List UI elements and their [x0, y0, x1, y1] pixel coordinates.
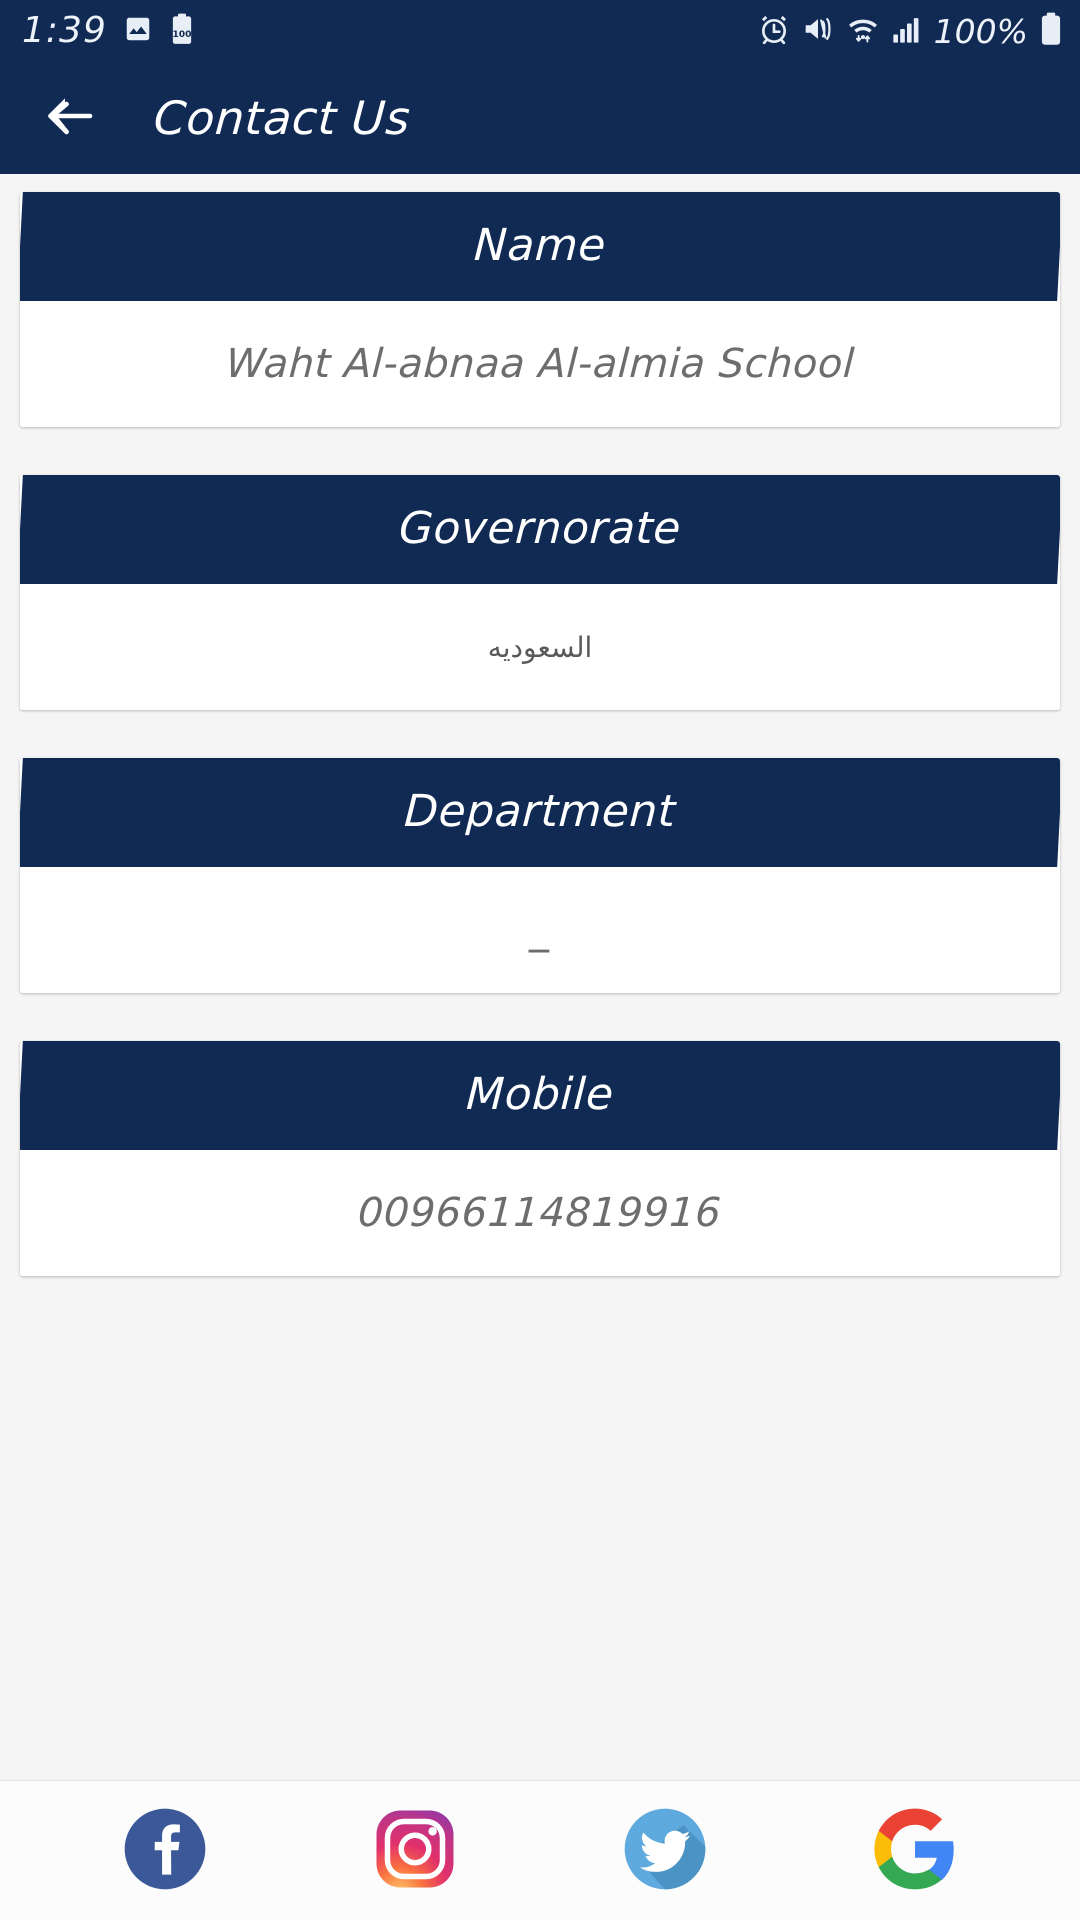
status-bar: 1:39 100 100%	[0, 0, 1080, 62]
status-bar-left: 1:39 100	[22, 13, 195, 49]
card-body-department: _	[20, 867, 1060, 993]
card-body-governorate: السعوديه	[20, 584, 1060, 710]
status-clock: 1:39	[22, 10, 107, 51]
back-button[interactable]	[44, 92, 96, 144]
contact-details-list: Name Waht Al-abnaa Al-almia School Gover…	[0, 174, 1080, 1780]
arrow-left-icon	[44, 94, 96, 142]
app-bar: Contact Us	[0, 62, 1080, 174]
battery-saver-100-icon: 100	[169, 13, 195, 49]
contact-card-department: Department _	[20, 758, 1060, 993]
contact-card-name: Name Waht Al-abnaa Al-almia School	[20, 192, 1060, 427]
card-value-name: Waht Al-abnaa Al-almia School	[224, 341, 856, 387]
twitter-icon	[621, 1805, 709, 1897]
card-value-department: _	[528, 907, 552, 953]
vibrate-icon	[802, 14, 834, 48]
card-header-department: Department	[20, 758, 1060, 867]
phone-screen: 1:39 100 100% Contact Us Name Waht Al-ab…	[0, 0, 1080, 1920]
page-title: Contact Us	[152, 91, 413, 145]
google-icon	[871, 1805, 959, 1897]
alarm-icon	[758, 13, 790, 49]
twitter-button[interactable]	[617, 1803, 713, 1899]
card-value-governorate: السعوديه	[487, 630, 593, 664]
social-links-bar	[0, 1780, 1080, 1920]
status-bar-right: 100%	[758, 12, 1062, 50]
wifi-icon	[846, 14, 880, 48]
signal-bars-icon	[892, 14, 922, 48]
facebook-button[interactable]	[117, 1803, 213, 1899]
facebook-icon	[121, 1805, 209, 1897]
google-button[interactable]	[867, 1803, 963, 1899]
svg-text:100: 100	[172, 30, 191, 40]
image-icon	[123, 14, 153, 48]
card-value-mobile: 00966114819916	[357, 1190, 723, 1236]
card-header-name: Name	[20, 192, 1060, 301]
contact-card-mobile: Mobile 00966114819916	[20, 1041, 1060, 1276]
card-header-mobile: Mobile	[20, 1041, 1060, 1150]
instagram-button[interactable]	[367, 1803, 463, 1899]
card-header-governorate: Governorate	[20, 475, 1060, 584]
card-body-name: Waht Al-abnaa Al-almia School	[20, 301, 1060, 427]
battery-percent-label: 100%	[933, 11, 1028, 51]
card-body-mobile: 00966114819916	[20, 1150, 1060, 1276]
contact-card-governorate: Governorate السعوديه	[20, 475, 1060, 710]
instagram-icon	[371, 1805, 459, 1897]
battery-icon	[1040, 12, 1062, 50]
